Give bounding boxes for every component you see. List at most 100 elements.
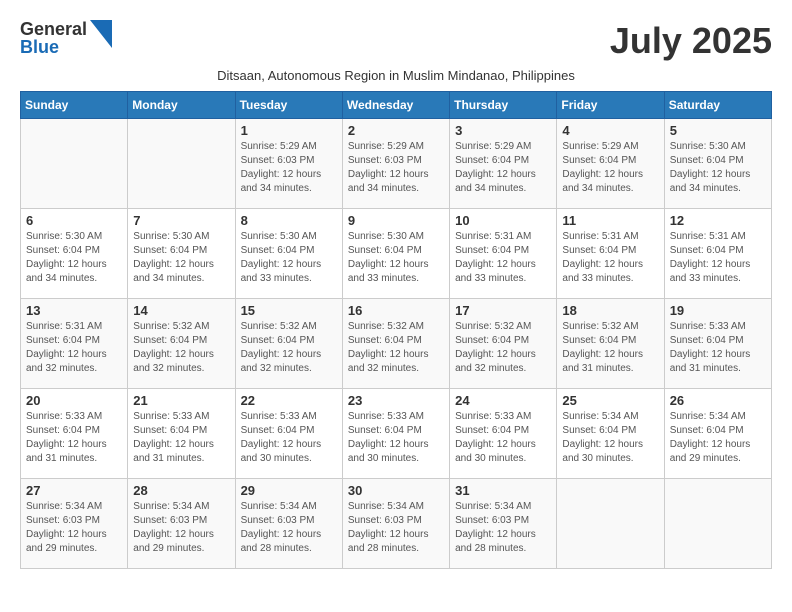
day-number: 24 (455, 393, 551, 408)
calendar-week-row: 20 Sunrise: 5:33 AMSunset: 6:04 PMDayligh… (21, 389, 772, 479)
calendar-day-cell: 25Sunrise: 5:34 AMSunset: 6:04 PMDayligh… (557, 389, 664, 479)
calendar-day-cell: 28 Sunrise: 5:34 AMSunset: 6:03 PMDayligh… (128, 479, 235, 569)
day-number: 13 (26, 303, 122, 318)
day-info: Sunrise: 5:33 AMSunset: 6:04 PMDaylight:… (348, 410, 444, 466)
calendar-day-cell: 23 Sunrise: 5:33 AMSunset: 6:04 PMDayligh… (342, 389, 449, 479)
day-info: Sunrise: 5:34 AMSunset: 6:03 PMDaylight:… (348, 500, 444, 556)
day-number: 27 (26, 483, 122, 498)
day-number: 28 (133, 483, 229, 498)
calendar-day-cell: 31 Sunrise: 5:34 AMSunset: 6:03 PMDayligh… (450, 479, 557, 569)
calendar-day-cell: 2 Sunrise: 5:29 AMSunset: 6:03 PMDaylight… (342, 119, 449, 209)
calendar-day-cell: 21 Sunrise: 5:33 AMSunset: 6:04 PMDayligh… (128, 389, 235, 479)
calendar-day-cell (21, 119, 128, 209)
day-info: Sunrise: 5:34 AMSunset: 6:03 PMDaylight:… (133, 500, 229, 556)
day-number: 31 (455, 483, 551, 498)
calendar-day-cell (664, 479, 771, 569)
day-info: Sunrise: 5:32 AMSunset: 6:04 PMDaylight:… (241, 320, 337, 376)
calendar-day-cell: 20 Sunrise: 5:33 AMSunset: 6:04 PMDayligh… (21, 389, 128, 479)
logo: General Blue (20, 20, 112, 56)
calendar-day-cell: 29Sunrise: 5:34 AMSunset: 6:03 PMDayligh… (235, 479, 342, 569)
day-info: Sunrise: 5:31 AMSunset: 6:04 PMDaylight:… (26, 320, 122, 376)
day-info: Sunrise: 5:30 AMSunset: 6:04 PMDaylight:… (26, 230, 122, 286)
calendar-day-cell: 30Sunrise: 5:34 AMSunset: 6:03 PMDayligh… (342, 479, 449, 569)
day-number: 8 (241, 213, 337, 228)
day-number: 15 (241, 303, 337, 318)
day-info: Sunrise: 5:32 AMSunset: 6:04 PMDaylight:… (455, 320, 551, 376)
col-thursday: Thursday (450, 92, 557, 119)
calendar-day-cell: 9 Sunrise: 5:30 AMSunset: 6:04 PMDaylight… (342, 209, 449, 299)
day-info: Sunrise: 5:30 AMSunset: 6:04 PMDaylight:… (133, 230, 229, 286)
day-info: Sunrise: 5:34 AMSunset: 6:04 PMDaylight:… (562, 410, 658, 466)
day-number: 2 (348, 123, 444, 138)
logo-general-text: General (20, 20, 87, 38)
col-monday: Monday (128, 92, 235, 119)
day-info: Sunrise: 5:34 AMSunset: 6:03 PMDaylight:… (26, 500, 122, 556)
calendar-day-cell: 22 Sunrise: 5:33 AMSunset: 6:04 PMDayligh… (235, 389, 342, 479)
calendar-day-cell: 17Sunrise: 5:32 AMSunset: 6:04 PMDayligh… (450, 299, 557, 389)
day-info: Sunrise: 5:32 AMSunset: 6:04 PMDaylight:… (562, 320, 658, 376)
calendar-day-cell (128, 119, 235, 209)
day-number: 23 (348, 393, 444, 408)
calendar-day-cell: 12Sunrise: 5:31 AMSunset: 6:04 PMDayligh… (664, 209, 771, 299)
calendar-day-cell: 8 Sunrise: 5:30 AMSunset: 6:04 PMDaylight… (235, 209, 342, 299)
calendar-subtitle: Ditsaan, Autonomous Region in Muslim Min… (20, 68, 772, 83)
day-number: 20 (26, 393, 122, 408)
day-info: Sunrise: 5:30 AMSunset: 6:04 PMDaylight:… (670, 140, 766, 196)
logo-triangle-icon (90, 20, 112, 48)
day-number: 5 (670, 123, 766, 138)
calendar-day-cell: 4 Sunrise: 5:29 AMSunset: 6:04 PMDaylight… (557, 119, 664, 209)
calendar-day-cell (557, 479, 664, 569)
calendar-day-cell: 5 Sunrise: 5:30 AMSunset: 6:04 PMDaylight… (664, 119, 771, 209)
day-info: Sunrise: 5:29 AMSunset: 6:03 PMDaylight:… (348, 140, 444, 196)
calendar-week-row: 6 Sunrise: 5:30 AMSunset: 6:04 PMDaylight… (21, 209, 772, 299)
month-title: July 2025 (610, 20, 772, 62)
day-info: Sunrise: 5:31 AMSunset: 6:04 PMDaylight:… (455, 230, 551, 286)
col-tuesday: Tuesday (235, 92, 342, 119)
calendar-day-cell: 1Sunrise: 5:29 AMSunset: 6:03 PMDaylight… (235, 119, 342, 209)
day-info: Sunrise: 5:32 AMSunset: 6:04 PMDaylight:… (133, 320, 229, 376)
day-number: 19 (670, 303, 766, 318)
calendar-day-cell: 14Sunrise: 5:32 AMSunset: 6:04 PMDayligh… (128, 299, 235, 389)
day-number: 6 (26, 213, 122, 228)
calendar-day-cell: 3Sunrise: 5:29 AMSunset: 6:04 PMDaylight… (450, 119, 557, 209)
day-number: 22 (241, 393, 337, 408)
day-info: Sunrise: 5:33 AMSunset: 6:04 PMDaylight:… (241, 410, 337, 466)
calendar-day-cell: 11 Sunrise: 5:31 AMSunset: 6:04 PMDayligh… (557, 209, 664, 299)
day-number: 4 (562, 123, 658, 138)
header: General Blue July 2025 (20, 20, 772, 62)
day-number: 21 (133, 393, 229, 408)
day-number: 29 (241, 483, 337, 498)
day-number: 26 (670, 393, 766, 408)
calendar-day-cell: 19Sunrise: 5:33 AMSunset: 6:04 PMDayligh… (664, 299, 771, 389)
calendar-day-cell: 10Sunrise: 5:31 AMSunset: 6:04 PMDayligh… (450, 209, 557, 299)
day-info: Sunrise: 5:33 AMSunset: 6:04 PMDaylight:… (133, 410, 229, 466)
calendar-day-cell: 7 Sunrise: 5:30 AMSunset: 6:04 PMDaylight… (128, 209, 235, 299)
day-info: Sunrise: 5:31 AMSunset: 6:04 PMDaylight:… (670, 230, 766, 286)
calendar-week-row: 13 Sunrise: 5:31 AMSunset: 6:04 PMDayligh… (21, 299, 772, 389)
col-wednesday: Wednesday (342, 92, 449, 119)
day-info: Sunrise: 5:34 AMSunset: 6:03 PMDaylight:… (455, 500, 551, 556)
day-info: Sunrise: 5:34 AMSunset: 6:04 PMDaylight:… (670, 410, 766, 466)
day-info: Sunrise: 5:29 AMSunset: 6:04 PMDaylight:… (562, 140, 658, 196)
calendar-day-cell: 18 Sunrise: 5:32 AMSunset: 6:04 PMDayligh… (557, 299, 664, 389)
col-sunday: Sunday (21, 92, 128, 119)
calendar-day-cell: 16 Sunrise: 5:32 AMSunset: 6:04 PMDayligh… (342, 299, 449, 389)
day-number: 1 (241, 123, 337, 138)
calendar-week-row: 1 Sunrise: 5:29 AMSunset: 6:03 PMDaylight… (21, 119, 772, 209)
day-number: 9 (348, 213, 444, 228)
day-info: Sunrise: 5:29 AMSunset: 6:04 PMDaylight:… (455, 140, 551, 196)
day-info: Sunrise: 5:30 AMSunset: 6:04 PMDaylight:… (348, 230, 444, 286)
day-info: Sunrise: 5:30 AMSunset: 6:04 PMDaylight:… (241, 230, 337, 286)
day-info: Sunrise: 5:31 AMSunset: 6:04 PMDaylight:… (562, 230, 658, 286)
calendar-header-row: Sunday Monday Tuesday Wednesday Thursday… (21, 92, 772, 119)
day-number: 18 (562, 303, 658, 318)
calendar-day-cell: 26 Sunrise: 5:34 AMSunset: 6:04 PMDayligh… (664, 389, 771, 479)
day-info: Sunrise: 5:33 AMSunset: 6:04 PMDaylight:… (26, 410, 122, 466)
day-number: 16 (348, 303, 444, 318)
day-info: Sunrise: 5:32 AMSunset: 6:04 PMDaylight:… (348, 320, 444, 376)
day-number: 7 (133, 213, 229, 228)
calendar-day-cell: 27 Sunrise: 5:34 AMSunset: 6:03 PMDayligh… (21, 479, 128, 569)
day-number: 11 (562, 213, 658, 228)
day-info: Sunrise: 5:33 AMSunset: 6:04 PMDaylight:… (455, 410, 551, 466)
calendar-week-row: 27 Sunrise: 5:34 AMSunset: 6:03 PMDayligh… (21, 479, 772, 569)
